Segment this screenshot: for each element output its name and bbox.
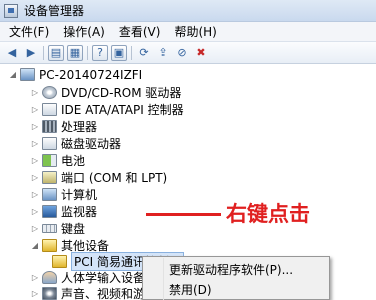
- dvd-drive-icon: [42, 86, 57, 99]
- disable-icon[interactable]: ⊘: [174, 45, 190, 61]
- menu-view[interactable]: 查看(V): [114, 23, 166, 40]
- collapse-arrow-icon[interactable]: ◢: [30, 241, 40, 250]
- tree-root-label: PC-20140724IZFI: [39, 67, 143, 82]
- scan-icon[interactable]: ⟳: [136, 45, 152, 61]
- tree-node-disk[interactable]: ▷ 磁盘驱动器: [30, 135, 121, 152]
- menu-file[interactable]: 文件(F): [4, 23, 54, 40]
- computer-icon: [20, 68, 35, 81]
- tree-node-processor[interactable]: ▷ 处理器: [30, 118, 97, 135]
- tree-node-label: 处理器: [61, 120, 98, 134]
- menu-help[interactable]: 帮助(H): [169, 23, 221, 40]
- menu-gutter: [163, 258, 164, 300]
- expand-arrow-icon[interactable]: ▷: [30, 224, 40, 233]
- annotation-text: 右键点击: [226, 202, 310, 226]
- context-menu-disable[interactable]: 禁用(D): [169, 280, 212, 298]
- menu-action[interactable]: 操作(A): [58, 23, 110, 40]
- toolbar-separator: [131, 45, 132, 60]
- port-icon: [42, 171, 57, 184]
- tree-node-label: 磁盘驱动器: [61, 137, 122, 151]
- show-hide-icon[interactable]: ▤: [48, 44, 64, 61]
- action-icon[interactable]: ▣: [111, 44, 127, 61]
- battery-icon: [42, 154, 57, 167]
- expand-arrow-icon[interactable]: ▷: [30, 88, 40, 97]
- annotation-line: [146, 213, 221, 216]
- forward-icon[interactable]: ▶: [23, 45, 39, 61]
- ide-controller-icon: [42, 103, 57, 116]
- disk-drive-icon: [42, 137, 57, 150]
- tree-node-keyboard[interactable]: ▷ 键盘: [30, 220, 85, 237]
- warning-device-icon: [52, 255, 67, 268]
- tree-node-computer[interactable]: ▷ 计算机: [30, 186, 97, 203]
- expand-arrow-icon[interactable]: ▷: [30, 156, 40, 165]
- properties-icon[interactable]: ▦: [67, 44, 83, 61]
- tree-node-monitor[interactable]: ▷ 监视器: [30, 203, 97, 220]
- tree-root[interactable]: ◢ PC-20140724IZFI: [8, 66, 142, 83]
- tree-node-label: IDE ATA/ATAPI 控制器: [61, 103, 184, 117]
- tree-node-battery[interactable]: ▷ 电池: [30, 152, 85, 169]
- update-driver-icon[interactable]: ⇪: [155, 45, 171, 61]
- tree-node-ide[interactable]: ▷ IDE ATA/ATAPI 控制器: [30, 101, 184, 118]
- monitor-icon: [42, 205, 57, 218]
- other-devices-icon: [42, 239, 57, 252]
- hid-icon: [42, 271, 57, 284]
- toolbar-separator: [87, 45, 88, 60]
- toolbar-separator: [43, 45, 44, 60]
- title-bar: 设备管理器: [0, 0, 376, 22]
- expand-arrow-icon[interactable]: ▷: [30, 207, 40, 216]
- sound-icon: [42, 287, 57, 300]
- expand-arrow-icon[interactable]: ▷: [30, 190, 40, 199]
- tree-node-ports[interactable]: ▷ 端口 (COM 和 LPT): [30, 169, 167, 186]
- expand-arrow-icon[interactable]: ▷: [30, 122, 40, 131]
- tree-node-label: 人体学输入设备: [61, 271, 146, 285]
- help-icon[interactable]: ?: [92, 44, 108, 61]
- tree-node-sound[interactable]: ▷ 声音、视频和游戏: [30, 285, 157, 300]
- computer-icon: [42, 188, 57, 201]
- context-menu-update-driver[interactable]: 更新驱动程序软件(P)...: [169, 260, 293, 278]
- device-manager-icon: [4, 3, 18, 18]
- context-menu: 更新驱动程序软件(P)... 禁用(D): [142, 256, 330, 300]
- expand-arrow-icon[interactable]: ▷: [30, 105, 40, 114]
- tree-node-label: 监视器: [61, 205, 98, 219]
- processor-icon: [42, 120, 57, 133]
- expand-arrow-icon[interactable]: ▷: [30, 273, 40, 282]
- tree-node-label: 计算机: [61, 188, 98, 202]
- tree-node-label: 键盘: [61, 222, 86, 236]
- tree-node-hid[interactable]: ▷ 人体学输入设备: [30, 269, 145, 286]
- tree-node-label: 端口 (COM 和 LPT): [61, 171, 168, 185]
- expand-arrow-icon[interactable]: ▷: [30, 173, 40, 182]
- expand-arrow-icon[interactable]: ▷: [30, 139, 40, 148]
- window-title: 设备管理器: [24, 4, 85, 18]
- tree-node-label: DVD/CD-ROM 驱动器: [61, 86, 182, 100]
- expand-arrow-icon[interactable]: ▷: [30, 289, 40, 298]
- tree-node-label: 电池: [61, 154, 86, 168]
- tree-node-dvd[interactable]: ▷ DVD/CD-ROM 驱动器: [30, 84, 181, 101]
- back-icon[interactable]: ◀: [4, 45, 20, 61]
- uninstall-icon[interactable]: ✖: [193, 45, 209, 61]
- menu-bar: 文件(F) 操作(A) 查看(V) 帮助(H): [0, 22, 376, 42]
- toolbar: ◀ ▶ ▤ ▦ ? ▣ ⟳ ⇪ ⊘ ✖: [0, 42, 376, 64]
- collapse-arrow-icon[interactable]: ◢: [8, 70, 18, 79]
- keyboard-icon: [42, 224, 57, 233]
